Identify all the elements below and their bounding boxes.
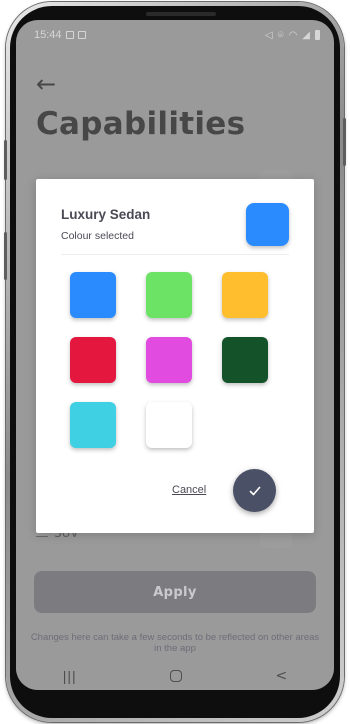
earpiece xyxy=(146,12,216,16)
confirm-button[interactable] xyxy=(233,469,276,512)
navigation-bar: ||| < xyxy=(16,662,334,690)
status-bar: 15:44 ◁ ⌾ ◠ ◢ xyxy=(16,20,334,50)
back-chevron-icon[interactable]: < xyxy=(276,668,288,684)
colour-picker-dialog: Luxury Sedan Colour selected Cancel xyxy=(36,179,314,533)
signal-icon: ◢ xyxy=(302,29,310,41)
cancel-button[interactable]: Cancel xyxy=(172,484,206,496)
dialog-divider xyxy=(61,254,289,255)
mute-icon: ◁ xyxy=(264,29,273,41)
color-swatch-green[interactable] xyxy=(146,272,192,318)
power-button xyxy=(343,118,346,166)
screen: 15:44 ◁ ⌾ ◠ ◢ ← Capabilities SUV Apply C… xyxy=(16,20,334,690)
status-time: 15:44 xyxy=(34,29,62,41)
color-swatch-yellow[interactable] xyxy=(222,272,268,318)
selected-color-swatch xyxy=(246,203,289,246)
color-swatch-red[interactable] xyxy=(70,337,116,383)
page-title: Capabilities xyxy=(36,106,246,142)
image-icon xyxy=(65,31,74,39)
color-swatch-white[interactable] xyxy=(146,402,192,448)
wifi-icon: ◠ xyxy=(288,29,298,41)
status-left: 15:44 xyxy=(34,29,86,41)
color-swatch-cyan[interactable] xyxy=(70,402,116,448)
footer-note: Changes here can take a few seconds to b… xyxy=(30,632,320,654)
apply-button[interactable]: Apply xyxy=(34,571,316,613)
status-right: ◁ ⌾ ◠ ◢ xyxy=(265,30,320,41)
dialog-subtitle: Colour selected xyxy=(61,230,134,242)
checkmark-icon xyxy=(249,486,260,495)
battery-icon xyxy=(315,30,320,40)
dialog-title: Luxury Sedan xyxy=(61,207,151,222)
notification-icon xyxy=(77,31,86,39)
arrow-left-icon[interactable]: ← xyxy=(36,72,56,96)
color-swatch-blue[interactable] xyxy=(70,272,116,318)
volume-button xyxy=(4,140,7,180)
recent-apps-icon[interactable]: ||| xyxy=(63,668,77,684)
bixby-button xyxy=(4,232,7,280)
home-icon[interactable] xyxy=(170,670,183,682)
location-icon: ⌾ xyxy=(277,29,284,41)
color-swatch-dark-green[interactable] xyxy=(222,337,268,383)
color-swatch-pink[interactable] xyxy=(146,337,192,383)
